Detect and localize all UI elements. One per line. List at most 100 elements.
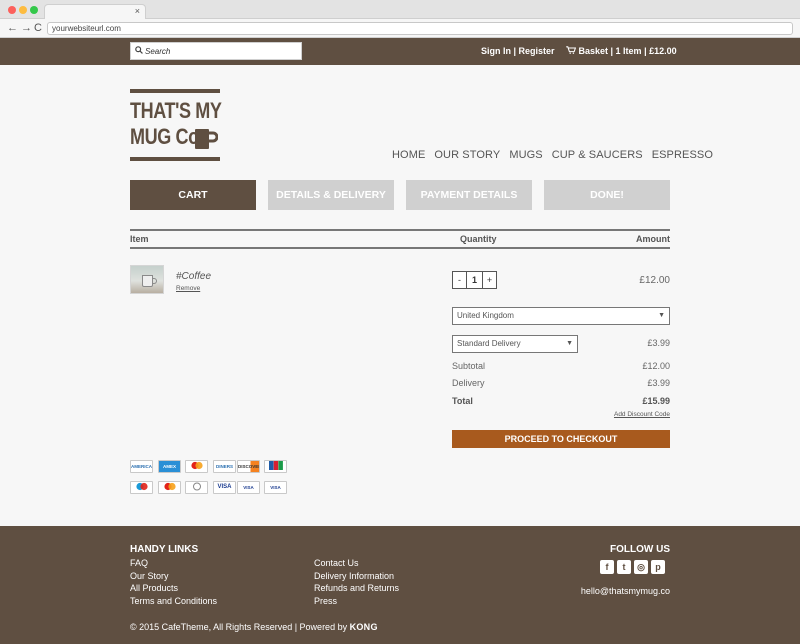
header-amount: Amount (636, 234, 670, 244)
pinterest-icon[interactable]: p (651, 560, 665, 574)
quantity-stepper: - 1 + (452, 271, 497, 289)
reload-icon[interactable]: C (34, 21, 42, 35)
nav-cup-saucers[interactable]: CUP & SAUCERS (552, 149, 643, 161)
footer-link-faq[interactable]: FAQ (130, 557, 217, 570)
maestro-card-icon (130, 481, 153, 494)
nav-mugs[interactable]: MUGS (509, 149, 542, 161)
main-content: THAT'S MY MUG Co HOME OUR STORY MUGS CUP… (0, 65, 800, 526)
browser-tab[interactable]: × (44, 4, 146, 20)
register-link[interactable]: Register (519, 46, 555, 56)
mug-icon (195, 129, 218, 149)
subtotal-value: £12.00 (642, 361, 670, 371)
header-quantity: Quantity (460, 234, 497, 244)
back-arrow-icon[interactable]: ← (7, 21, 18, 35)
footer-link-our-story[interactable]: Our Story (130, 570, 217, 583)
subtotal-label: Subtotal (452, 361, 486, 371)
step-payment-details[interactable]: PAYMENT DETAILS (406, 180, 532, 210)
minimize-window-icon[interactable] (19, 6, 27, 14)
site-footer: HANDY LINKS FAQ Our Story All Products T… (0, 526, 800, 644)
nav-our-story[interactable]: OUR STORY (434, 149, 500, 161)
kong-link[interactable]: KONG (350, 622, 378, 632)
address-bar[interactable]: yourwebsiteurl.com (47, 22, 793, 35)
dropdown-arrow-icon: ▼ (658, 312, 665, 319)
footer-link-terms[interactable]: Terms and Conditions (130, 595, 217, 608)
footer-link-all-products[interactable]: All Products (130, 582, 217, 595)
diners-card-icon: DINERS (213, 460, 236, 473)
logo-line-1: THAT'S MY (130, 98, 222, 123)
sign-in-link[interactable]: Sign In (481, 46, 511, 56)
discover-card-icon: DISCOVER (237, 460, 260, 473)
footer-links-col-1: FAQ Our Story All Products Terms and Con… (130, 557, 217, 607)
total-value: £15.99 (642, 396, 670, 406)
delivery-select[interactable]: Standard Delivery ▼ (452, 335, 578, 353)
step-cart[interactable]: CART (130, 180, 256, 210)
cart-table-header: Item Quantity Amount (130, 229, 670, 249)
jcb-card-icon (264, 460, 287, 473)
mug-handle-image (152, 278, 157, 284)
footer-link-contact[interactable]: Contact Us (314, 557, 399, 570)
delivery-option-price: £3.99 (647, 338, 670, 348)
footer-link-refunds[interactable]: Refunds and Returns (314, 582, 399, 595)
amex-card-icon: AMERICAN EXPRESS (130, 460, 153, 473)
step-done[interactable]: DONE! (544, 180, 670, 210)
search-input[interactable] (145, 43, 295, 59)
account-separator: | (511, 46, 519, 56)
social-links: f t ◎ p (600, 560, 665, 574)
browser-tabbar: × (0, 0, 800, 20)
nav-home[interactable]: HOME (392, 149, 425, 161)
footer-link-delivery-info[interactable]: Delivery Information (314, 570, 399, 583)
contact-email[interactable]: hello@thatsmymug.co (581, 586, 670, 596)
other-card-icon (185, 481, 208, 494)
total-label: Total (452, 396, 473, 406)
add-discount-code-link[interactable]: Add Discount Code (614, 411, 670, 418)
maximize-window-icon[interactable] (30, 6, 38, 14)
twitter-icon[interactable]: t (617, 560, 631, 574)
copyright-text: © 2015 CafeTheme, All Rights Reserved | … (130, 622, 378, 632)
decrease-quantity-button[interactable]: - (453, 272, 467, 288)
basket-link[interactable]: Basket | 1 Item | £12.00 (566, 46, 677, 56)
cart-icon (566, 46, 579, 56)
product-name[interactable]: #Coffee (176, 271, 211, 282)
checkout-steps: CART DETAILS & DELIVERY PAYMENT DETAILS … (130, 180, 670, 210)
dropdown-arrow-icon: ▼ (566, 340, 573, 347)
proceed-to-checkout-button[interactable]: PROCEED TO CHECKOUT (452, 430, 670, 448)
mastercard-secondary-icon (158, 481, 181, 494)
handy-links-title: HANDY LINKS (130, 544, 199, 555)
visa-electron-card-icon: VISA Electron (264, 481, 287, 494)
country-select[interactable]: United Kingdom ▼ (452, 307, 670, 325)
footer-links-col-2: Contact Us Delivery Information Refunds … (314, 557, 399, 607)
nav-espresso[interactable]: ESPRESSO (652, 149, 713, 161)
visa-card-icon: VISA (213, 481, 236, 494)
tab-close-icon[interactable]: × (135, 6, 140, 16)
country-value: United Kingdom (457, 311, 514, 320)
facebook-icon[interactable]: f (600, 560, 614, 574)
copyright-main: © 2015 CafeTheme, All Rights Reserved | … (130, 622, 350, 632)
instagram-icon[interactable]: ◎ (634, 560, 648, 574)
account-links: Sign In | Register (481, 46, 555, 56)
browser-navbar: ← → C yourwebsiteurl.com (0, 19, 800, 38)
forward-arrow-icon[interactable]: → (21, 21, 32, 35)
logo-line-2: MUG Co (130, 124, 199, 149)
quantity-value[interactable]: 1 (467, 272, 482, 288)
delivery-label: Delivery (452, 378, 485, 388)
amex-blue-card-icon: AMEX (158, 460, 181, 473)
header-item: Item (130, 234, 149, 244)
delivery-option-value: Standard Delivery (457, 339, 521, 348)
search-box[interactable] (130, 42, 302, 60)
product-price: £12.00 (639, 275, 670, 286)
site-topbar: Sign In | Register Basket | 1 Item | £12… (0, 38, 800, 65)
close-window-icon[interactable] (8, 6, 16, 14)
mastercard-icon (185, 460, 208, 473)
follow-us-title: FOLLOW US (610, 544, 670, 555)
remove-link[interactable]: Remove (176, 285, 200, 292)
delivery-value: £3.99 (647, 378, 670, 388)
search-icon (135, 46, 143, 56)
site-logo[interactable]: THAT'S MY MUG Co (130, 89, 222, 161)
product-thumbnail[interactable] (130, 265, 164, 294)
footer-link-press[interactable]: Press (314, 595, 399, 608)
main-nav: HOME OUR STORY MUGS CUP & SAUCERS ESPRES… (392, 149, 713, 161)
visa-debit-card-icon: VISA Debit (237, 481, 260, 494)
basket-summary: Basket | 1 Item | £12.00 (578, 46, 677, 56)
increase-quantity-button[interactable]: + (482, 272, 496, 288)
step-details-delivery[interactable]: DETAILS & DELIVERY (268, 180, 394, 210)
